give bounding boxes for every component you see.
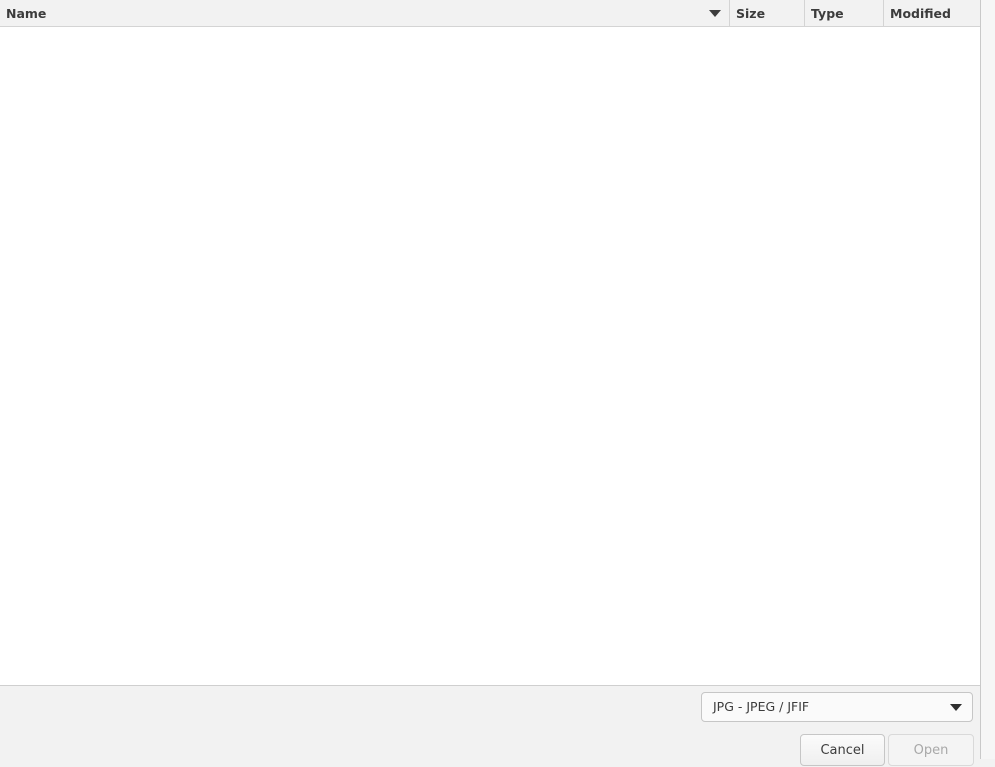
sort-descending-icon[interactable]: [709, 10, 721, 17]
chevron-down-icon: [950, 704, 962, 711]
column-header-size-label: Size: [736, 6, 766, 21]
column-header-name[interactable]: Name: [0, 0, 730, 27]
column-header-type[interactable]: Type: [805, 0, 884, 27]
file-open-dialog: Name Size Type Modified JPG - JPEG / JFI…: [0, 0, 981, 766]
open-button-label: Open: [913, 743, 949, 758]
cancel-button[interactable]: Cancel: [800, 734, 885, 766]
open-button[interactable]: Open: [888, 734, 974, 766]
column-header-modified-label: Modified: [890, 6, 951, 21]
cancel-button-label: Cancel: [820, 743, 865, 758]
column-header-type-label: Type: [811, 6, 844, 21]
file-type-filter-value: JPG - JPEG / JFIF: [713, 699, 810, 714]
file-list-header: Name Size Type Modified: [0, 0, 980, 27]
column-header-size[interactable]: Size: [730, 0, 805, 27]
window-edge: [981, 0, 995, 759]
file-list-body[interactable]: [0, 27, 980, 685]
column-header-name-label: Name: [6, 6, 47, 21]
file-type-filter-dropdown[interactable]: JPG - JPEG / JFIF: [701, 692, 973, 722]
column-header-modified[interactable]: Modified: [884, 0, 980, 27]
file-list[interactable]: Name Size Type Modified: [0, 0, 980, 686]
